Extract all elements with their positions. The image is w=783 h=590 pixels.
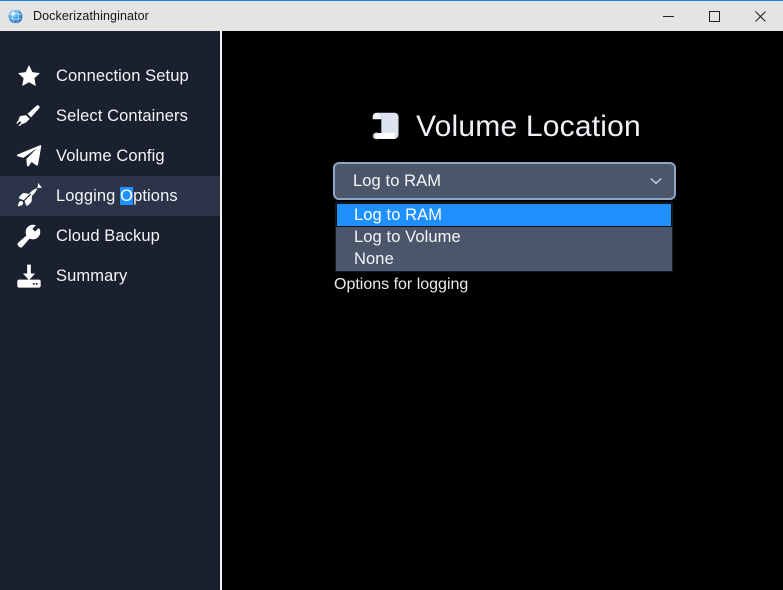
sidebar-label-tail: ptions — [133, 186, 178, 205]
sidebar-label-accelerator: O — [120, 186, 134, 205]
close-icon — [754, 10, 766, 22]
scroll-icon — [372, 112, 399, 140]
minimize-icon — [662, 15, 674, 17]
app-window: Dockerizathinginator Connection Setup Se… — [0, 0, 783, 590]
sidebar-item-connection-setup[interactable]: Connection Setup — [0, 56, 220, 96]
main-content: Volume Location Options for logging Log … — [224, 31, 783, 590]
minimize-button[interactable] — [645, 1, 691, 31]
option-log-to-ram[interactable]: Log to RAM — [336, 203, 672, 227]
volume-location-selected-value: Log to RAM — [353, 171, 442, 190]
close-button[interactable] — [737, 1, 783, 31]
sidebar-item-cloud-backup[interactable]: Cloud Backup — [0, 216, 220, 256]
window-title: Dockerizathinginator — [33, 9, 149, 23]
sidebar-label-head: Logging — [56, 186, 116, 205]
sidebar-item-label: Summary — [56, 266, 128, 285]
option-log-to-volume[interactable]: Log to Volume — [337, 226, 671, 248]
sidebar-item-label: Cloud Backup — [56, 226, 160, 245]
star-icon — [14, 61, 44, 91]
obscured-helper-label: Options for logging — [334, 276, 469, 293]
sidebar-item-label: Logging Options — [56, 186, 178, 206]
maximize-button[interactable] — [691, 1, 737, 31]
sidebar: Connection Setup Select Containers Volum… — [0, 31, 222, 590]
sidebar-item-volume-config[interactable]: Volume Config — [0, 136, 220, 176]
paintbrush-icon — [14, 101, 44, 131]
sidebar-item-label: Connection Setup — [56, 66, 189, 85]
volume-location-select-button[interactable]: Log to RAM — [333, 162, 676, 200]
rocket-icon — [14, 181, 44, 211]
page-title: Volume Location — [416, 110, 641, 143]
wrench-icon — [14, 221, 44, 251]
inbox-download-icon — [14, 261, 44, 291]
option-none[interactable]: None — [337, 248, 671, 270]
page-header: Volume Location — [224, 108, 783, 146]
sidebar-item-label: Volume Config — [56, 146, 165, 165]
paper-plane-icon — [14, 141, 44, 171]
maximize-icon — [708, 10, 720, 22]
volume-location-option-list: Log to RAM Log to Volume None — [335, 202, 673, 272]
sidebar-item-summary[interactable]: Summary — [0, 256, 220, 296]
app-globe-icon — [8, 8, 23, 24]
window-controls — [645, 1, 783, 31]
sidebar-item-logging-options[interactable]: Logging Options — [0, 176, 220, 216]
sidebar-item-label: Select Containers — [56, 106, 188, 125]
chevron-down-icon — [650, 178, 662, 185]
title-bar: Dockerizathinginator — [0, 0, 783, 31]
volume-location-combobox: Log to RAM Log to RAM Log to Volume None — [333, 162, 676, 272]
sidebar-item-select-containers[interactable]: Select Containers — [0, 96, 220, 136]
